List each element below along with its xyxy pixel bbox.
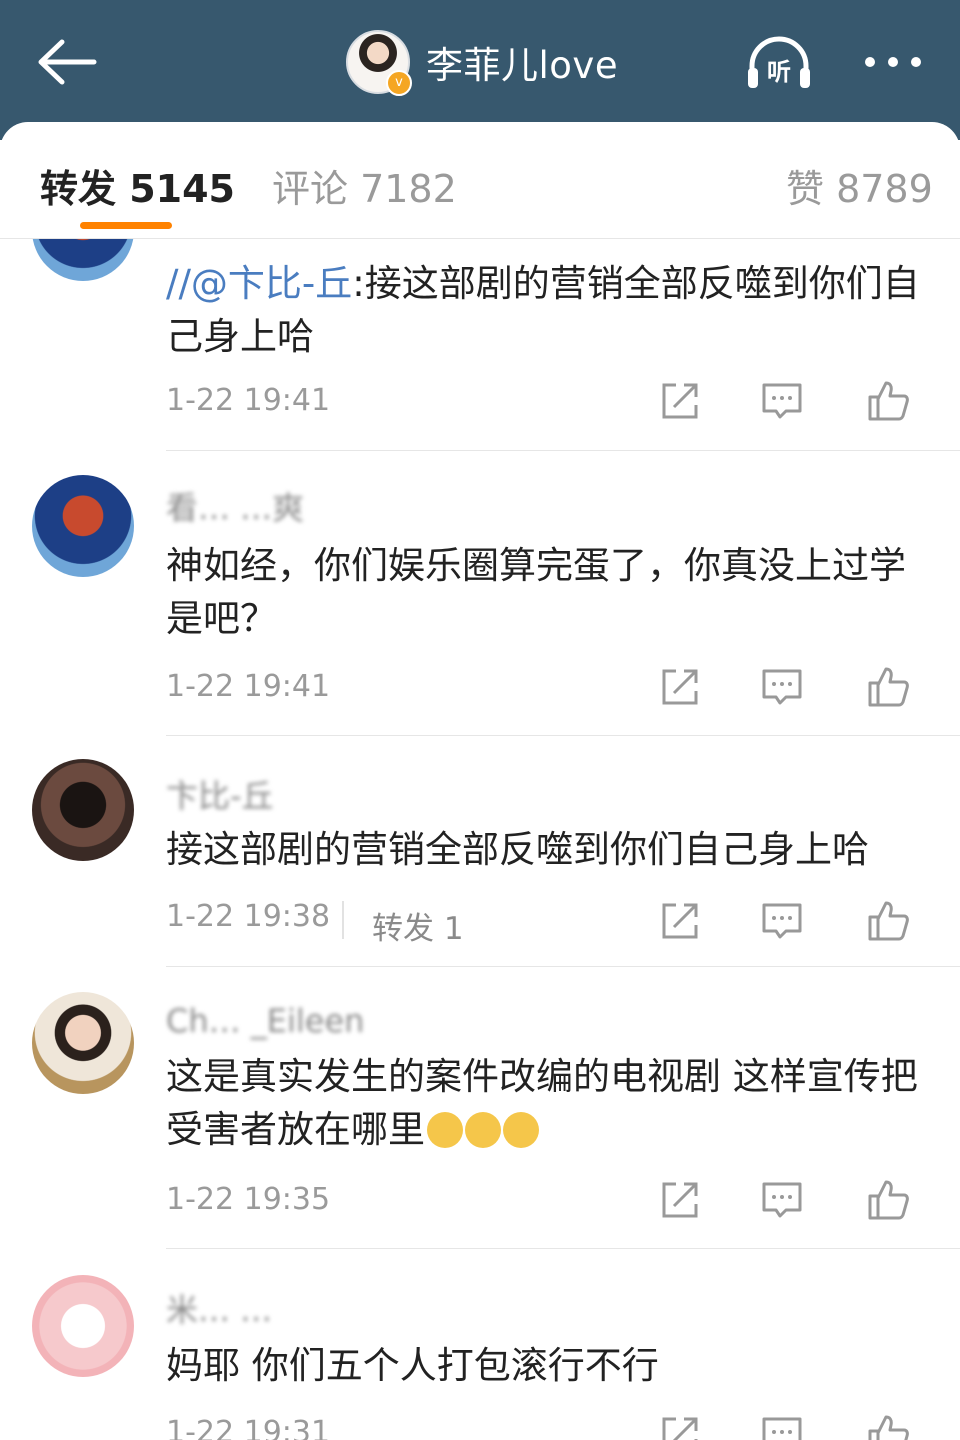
comment-icon[interactable] (760, 1413, 804, 1440)
more-options-icon[interactable] (860, 42, 926, 82)
comment-text: 妈耶 你们五个人打包滚行不行 (166, 1344, 659, 1387)
divider (166, 966, 960, 967)
like-icon[interactable] (866, 665, 910, 709)
comment-icon[interactable] (760, 1178, 804, 1222)
author-name[interactable]: 李菲儿love (426, 35, 618, 89)
username[interactable]: Ch… _Eileen (166, 1002, 364, 1040)
comment-text: 接这部剧的营销全部反噬到你们自己身上哈 (166, 828, 869, 871)
list-item: //@卞比-丘:接这部剧的营销全部反噬到你们自己身上哈 1-22 19:41 (0, 239, 960, 451)
separator (342, 901, 344, 939)
avatar[interactable] (32, 759, 134, 861)
list-item: 米… … 妈耶 你们五个人打包滚行不行 1-22 19:31 (0, 1275, 960, 1440)
repost-icon[interactable] (658, 1413, 702, 1440)
avatar[interactable] (32, 475, 134, 577)
divider (166, 735, 960, 736)
list-item: 看… …爽 神如经，你们娱乐圈算完蛋了，你真没上过学是吧？ 1-22 19:41 (0, 475, 960, 760)
repost-icon[interactable] (658, 1178, 702, 1222)
comment-text: 这是真实发生的案件改编的电视剧 这样宣传把受害者放在哪里 (166, 1055, 918, 1151)
tab-bar: 转发 5145 评论 7182 赞 8789 (0, 122, 960, 239)
active-tab-indicator (80, 222, 172, 229)
like-icon[interactable] (866, 379, 910, 423)
timestamp: 1-22 19:35 (166, 1182, 331, 1217)
tab-reposts[interactable]: 转发 5145 (40, 158, 235, 213)
divider (166, 450, 960, 451)
listen-button[interactable]: 听 (746, 36, 812, 92)
verified-badge-icon: v (386, 70, 412, 96)
author-avatar[interactable]: v (346, 30, 412, 96)
timestamp: 1-22 19:38 (166, 899, 331, 934)
repost-icon[interactable] (658, 665, 702, 709)
mention-link[interactable]: //@卞比-丘 (166, 262, 352, 305)
emoji-icon (465, 1112, 501, 1148)
repost-icon[interactable] (658, 379, 702, 423)
list-item: Ch… _Eileen 这是真实发生的案件改编的电视剧 这样宣传把受害者放在哪里… (0, 992, 960, 1277)
username[interactable]: 卞比-丘 (166, 771, 274, 817)
timestamp: 1-22 19:41 (166, 383, 331, 418)
timestamp: 1-22 19:31 (166, 1415, 331, 1440)
username[interactable]: 米… … (166, 1285, 272, 1331)
comment-icon[interactable] (760, 899, 804, 943)
comment-icon[interactable] (760, 379, 804, 423)
timestamp: 1-22 19:41 (166, 669, 331, 704)
top-bar: v 李菲儿love 听 (0, 0, 960, 140)
avatar[interactable] (32, 239, 134, 281)
like-icon[interactable] (866, 1413, 910, 1440)
like-icon[interactable] (866, 1178, 910, 1222)
repost-list[interactable]: //@卞比-丘:接这部剧的营销全部反噬到你们自己身上哈 1-22 19:41 看… (0, 239, 960, 1440)
avatar[interactable] (32, 992, 134, 1094)
like-icon[interactable] (866, 899, 910, 943)
listen-label: 听 (767, 58, 791, 86)
repost-icon[interactable] (658, 899, 702, 943)
post-author[interactable]: v 李菲儿love (346, 30, 618, 96)
list-item: 卞比-丘 接这部剧的营销全部反噬到你们自己身上哈 1-22 19:38 转发 1 (0, 759, 960, 989)
divider (166, 1248, 960, 1249)
avatar[interactable] (32, 1275, 134, 1377)
emoji-icon (427, 1112, 463, 1148)
comment-icon[interactable] (760, 665, 804, 709)
repost-count[interactable]: 转发 1 (372, 903, 464, 948)
username[interactable]: 看… …爽 (166, 483, 304, 529)
tab-likes[interactable]: 赞 8789 (786, 158, 933, 213)
comment-text: //@卞比-丘:接这部剧的营销全部反噬到你们自己身上哈 (166, 262, 920, 358)
back-arrow-icon[interactable] (36, 38, 98, 86)
content-sheet: 转发 5145 评论 7182 赞 8789 //@卞比-丘:接这部剧的营销全部… (0, 122, 960, 1440)
tab-comments[interactable]: 评论 7182 (272, 158, 457, 213)
emoji-icon (503, 1112, 539, 1148)
comment-text: 神如经，你们娱乐圈算完蛋了，你真没上过学是吧？ (166, 544, 906, 640)
